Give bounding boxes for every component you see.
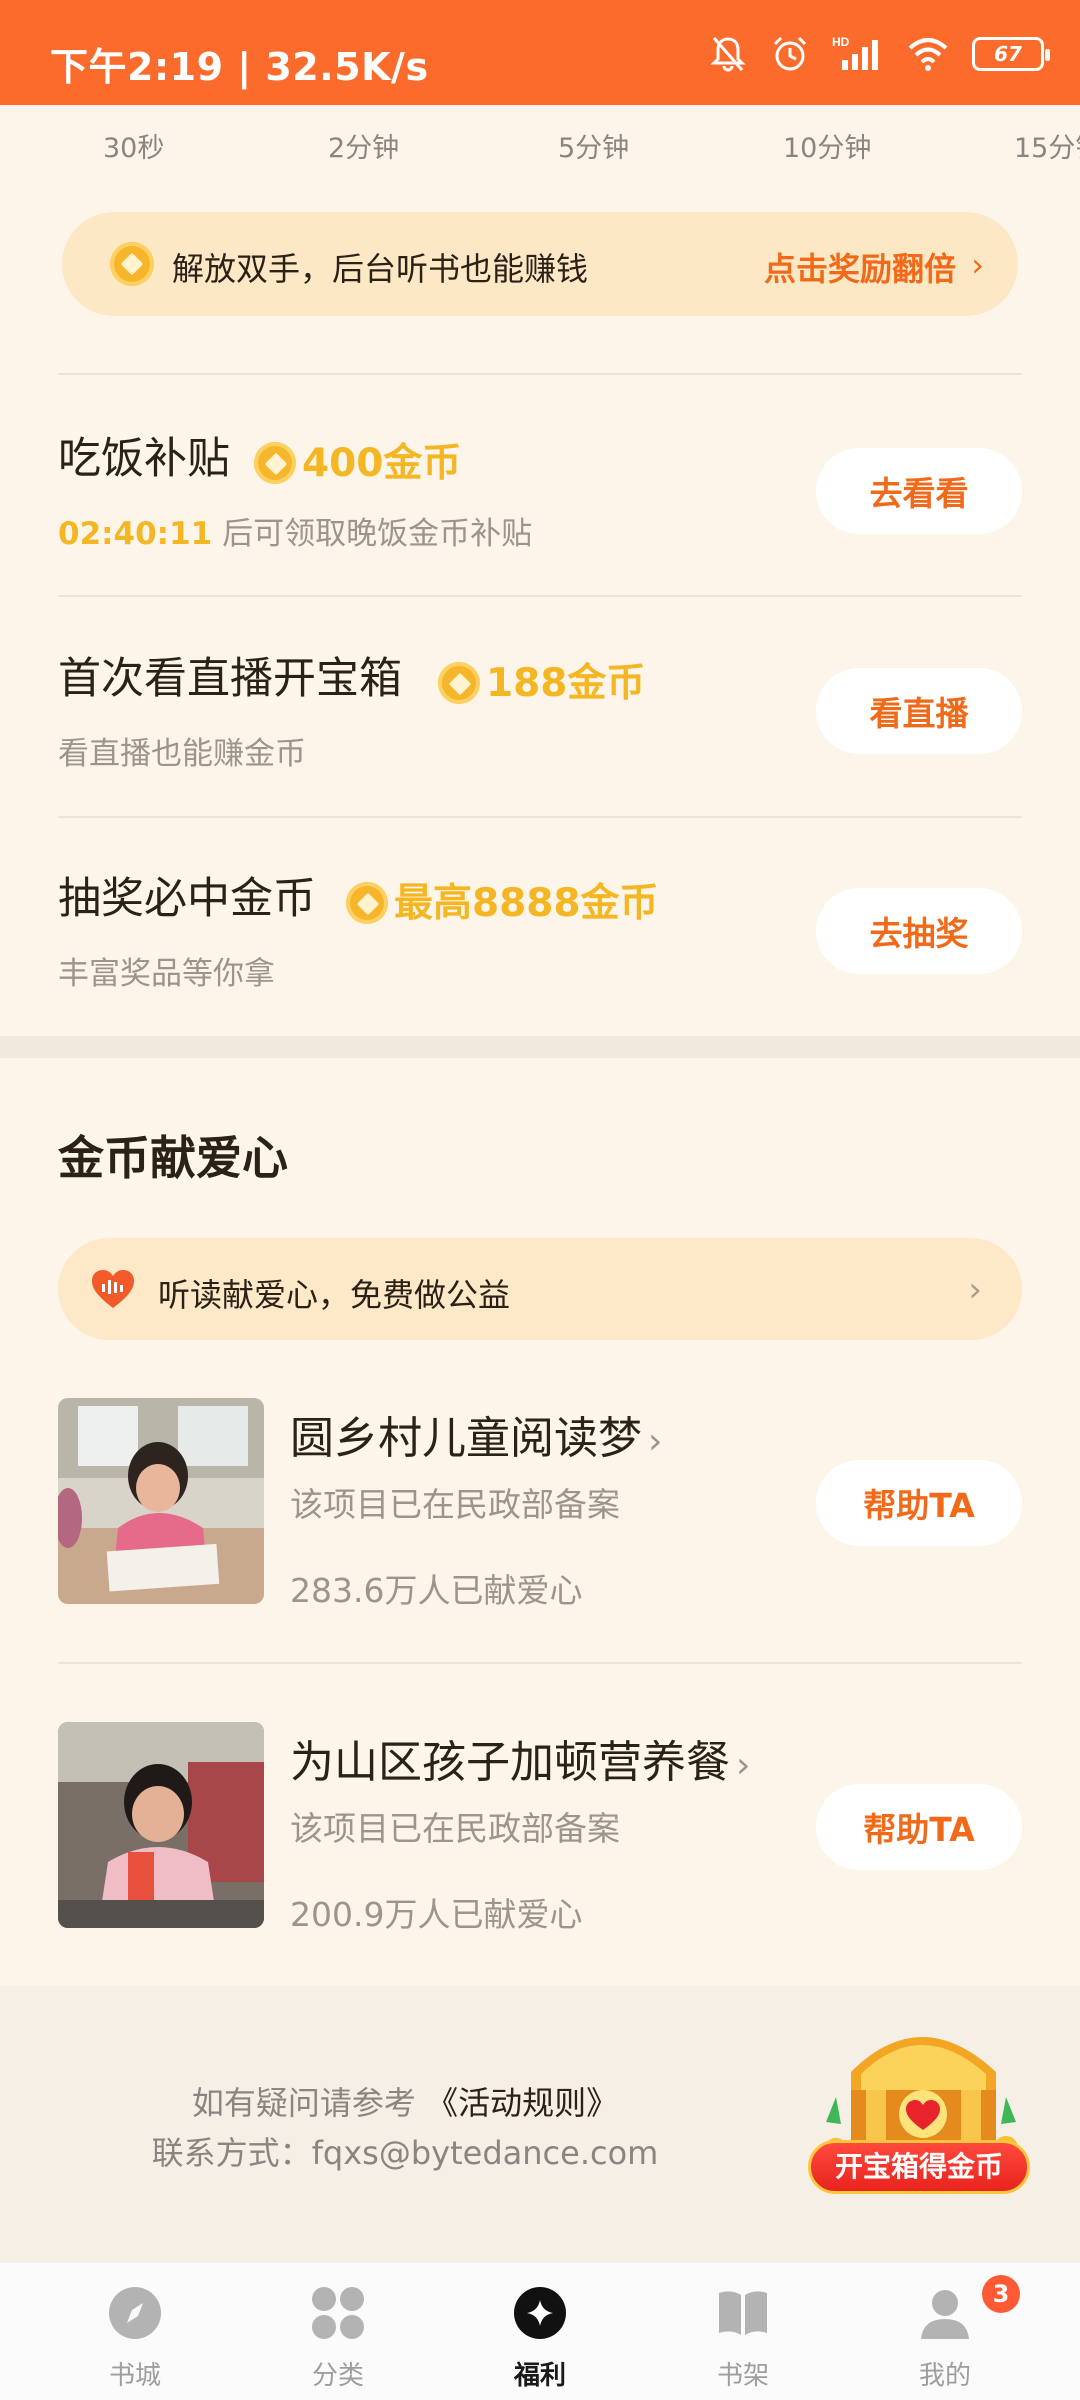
- task-reward: 188金币: [438, 652, 645, 708]
- divider: [58, 373, 1022, 375]
- chevron-right-icon: ›: [736, 1745, 751, 1786]
- hd-badge: HD: [832, 35, 850, 49]
- notification-badge: 3: [982, 2275, 1020, 2313]
- help-button[interactable]: 帮助TA: [816, 1460, 1022, 1546]
- timeline-label: 30秒: [103, 133, 165, 164]
- task-lottery: 抽奖必中金币 最高8888金币 丰富奖品等你拿 去抽奖: [58, 864, 1022, 1064]
- profile-icon: [921, 2290, 969, 2339]
- footer-question-text: 如有疑问请参考: [191, 2084, 427, 2122]
- bookshelf-icon: [719, 2291, 767, 2335]
- bottom-navigation: 书城 分类 福利 书架 3 我的: [0, 2262, 1080, 2400]
- category-grid-icon: [312, 2287, 364, 2339]
- reward-amount: 400金币: [302, 441, 462, 486]
- project-registration-note: 该项目已在民政部备案: [290, 1809, 620, 1848]
- project-photo: [58, 1722, 264, 1928]
- project-supporter-count: 283.6万人已献爱心: [290, 1571, 583, 1610]
- task-subtitle: 02:40:11 后可领取晚饭金币补贴: [58, 508, 532, 553]
- welfare-page: 下午2:19 | 32.5K/s HD 67 30秒 2分钟 5分钟 10分钟 …: [0, 0, 1080, 2400]
- double-reward-link[interactable]: 点击奖励翻倍: [764, 244, 956, 290]
- heart-icon: [92, 1270, 134, 1308]
- promo-text: 解放双手，后台听书也能赚钱: [172, 250, 589, 288]
- task-meal-subsidy: 吃饭补贴 400金币 02:40:11 后可领取晚饭金币补贴 去看看: [58, 424, 1022, 624]
- footer-contact: 联系方式：fqxs@bytedance.com: [151, 2134, 659, 2172]
- timeline-label: 5分钟: [558, 133, 630, 164]
- alarm-icon: [773, 36, 807, 71]
- listening-timeline: 30秒 2分钟 5分钟 10分钟 15分钟: [0, 120, 1080, 170]
- background-listen-promo[interactable]: 解放双手，后台听书也能赚钱 点击奖励翻倍 ›: [62, 212, 1018, 316]
- task-live-treasure: 首次看直播开宝箱 188金币 看直播也能赚金币 看直播: [58, 644, 1022, 844]
- countdown-timer: 02:40:11: [58, 516, 213, 552]
- status-icons: HD 67: [708, 34, 1050, 74]
- reward-amount: 188金币: [486, 661, 646, 706]
- battery-level: 67: [994, 42, 1022, 66]
- nav-item-bookstore[interactable]: 书城: [60, 2263, 210, 2400]
- nav-label: 书城: [108, 2361, 161, 2391]
- project-photo: [58, 1398, 264, 1604]
- task-reward: 400金币: [254, 432, 461, 488]
- status-time-speed: 下午2:19 | 32.5K/s: [50, 45, 429, 89]
- battery-icon: 67: [972, 37, 1050, 71]
- charity-project: 为山区孩子加顿营养餐 › 该项目已在民政部备案 200.9万人已献爱心 帮助TA: [58, 1722, 1022, 1934]
- chevron-right-icon: ›: [968, 1270, 982, 1310]
- project-title: 为山区孩子加顿营养餐: [290, 1737, 730, 1788]
- chevron-right-icon: ›: [971, 246, 984, 284]
- timeline-label: 2分钟: [328, 133, 400, 164]
- help-button[interactable]: 帮助TA: [816, 1784, 1022, 1870]
- nav-label: 分类: [311, 2361, 364, 2391]
- coin-icon: [346, 881, 388, 924]
- reward-amount: 最高8888金币: [394, 881, 659, 926]
- task-reward: 最高8888金币: [346, 872, 659, 928]
- coin-icon: [438, 661, 480, 704]
- nav-label: 福利: [513, 2361, 566, 2391]
- project-title: 圆乡村儿童阅读梦: [290, 1413, 642, 1464]
- divider: [58, 816, 1022, 818]
- charity-project: 圆乡村儿童阅读梦 › 该项目已在民政部备案 283.6万人已献爱心 帮助TA: [58, 1398, 1022, 1610]
- status-bar: 下午2:19 | 32.5K/s HD 67: [0, 0, 1080, 105]
- go-look-button[interactable]: 去看看: [816, 448, 1022, 534]
- footer-rules-line: 如有疑问请参考 《活动规则》: [0, 2078, 810, 2124]
- coin-icon: [254, 441, 296, 484]
- nav-item-bookshelf[interactable]: 书架: [668, 2263, 818, 2400]
- project-registration-note: 该项目已在民政部备案: [290, 1485, 620, 1524]
- task-subtitle: 看直播也能赚金币: [58, 736, 306, 772]
- open-chest-button[interactable]: 开宝箱得金币: [808, 2140, 1030, 2194]
- nav-label: 我的: [918, 2361, 971, 2391]
- task-title: 抽奖必中金币: [58, 874, 316, 924]
- mute-bell-icon: [710, 37, 746, 72]
- chevron-right-icon: ›: [648, 1421, 663, 1462]
- task-title: 吃饭补贴: [58, 434, 230, 484]
- nav-label: 书架: [716, 2361, 769, 2391]
- watch-live-button[interactable]: 看直播: [816, 668, 1022, 754]
- compass-icon: [109, 2287, 161, 2339]
- wifi-icon: [908, 38, 948, 71]
- nav-item-profile[interactable]: 3 我的: [870, 2263, 1020, 2400]
- project-title-link[interactable]: 圆乡村儿童阅读梦 ›: [290, 1402, 662, 1466]
- project-title-link[interactable]: 为山区孩子加顿营养餐 ›: [290, 1726, 750, 1790]
- draw-lottery-button[interactable]: 去抽奖: [816, 888, 1022, 974]
- coin-icon: [110, 242, 154, 286]
- charity-section-title: 金币献爱心: [58, 1131, 288, 1185]
- divider: [58, 595, 1022, 597]
- nav-item-welfare[interactable]: 福利: [465, 2263, 615, 2400]
- task-subtitle: 丰富奖品等你拿: [58, 956, 275, 992]
- task-title: 首次看直播开宝箱: [58, 654, 402, 704]
- section-separator: [0, 1036, 1080, 1058]
- subtitle-text: 后可领取晚饭金币补贴: [212, 516, 533, 552]
- charity-banner[interactable]: 听读献爱心，免费做公益 ›: [58, 1238, 1022, 1340]
- welfare-icon: [514, 2287, 566, 2339]
- charity-banner-text: 听读献爱心，免费做公益: [158, 1276, 511, 1314]
- nav-item-category[interactable]: 分类: [263, 2263, 413, 2400]
- cell-signal-icon: HD: [832, 35, 878, 70]
- activity-rules-link[interactable]: 《活动规则》: [426, 2084, 618, 2122]
- timeline-label: 15分钟: [1014, 133, 1080, 164]
- project-supporter-count: 200.9万人已献爱心: [290, 1895, 583, 1934]
- timeline-label: 10分钟: [783, 133, 872, 164]
- divider: [58, 1662, 1022, 1664]
